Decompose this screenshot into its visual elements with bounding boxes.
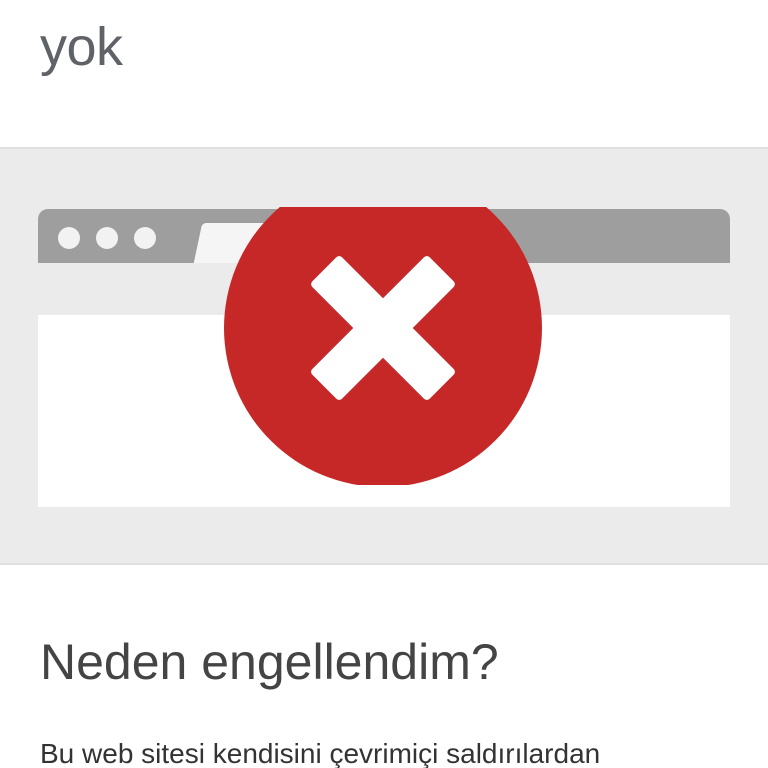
window-dot-icon bbox=[58, 227, 80, 249]
error-x-icon bbox=[224, 207, 542, 485]
blocked-page: yok Neden engellendim? Bu web sitesi ken… bbox=[0, 0, 768, 768]
window-dot-icon bbox=[134, 227, 156, 249]
explanation-text: Bu web sitesi kendisini çevrimiçi saldır… bbox=[40, 738, 601, 768]
window-dot-icon bbox=[96, 227, 118, 249]
error-circle bbox=[224, 207, 542, 485]
page-title: yok bbox=[40, 17, 123, 77]
blocked-illustration bbox=[0, 147, 768, 565]
section-heading: Neden engellendim? bbox=[40, 634, 499, 690]
browser-window-illustration bbox=[38, 207, 730, 507]
